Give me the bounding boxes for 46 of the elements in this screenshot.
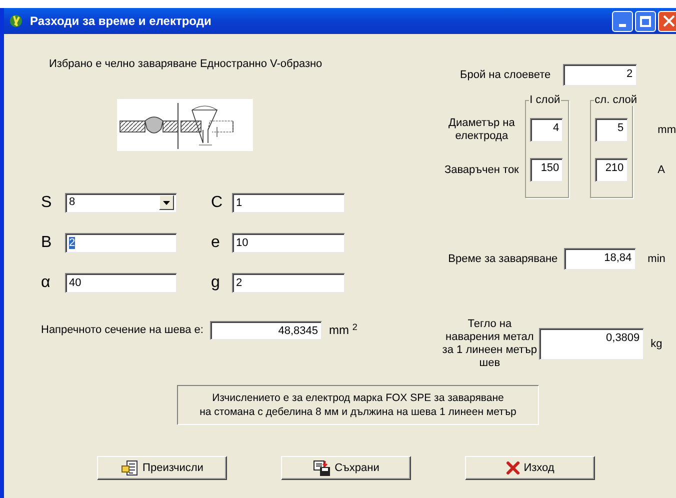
parameter-label: e	[211, 234, 221, 252]
exit-button[interactable]: Изход	[465, 456, 595, 480]
document-icon	[120, 460, 139, 476]
input-field[interactable]: 40	[65, 272, 177, 292]
input-field[interactable]: 150	[530, 158, 564, 182]
input-field[interactable]: 18,84	[564, 248, 636, 270]
floppy-icon	[312, 460, 331, 476]
parameter-label: B	[41, 234, 53, 252]
unit-label: min	[648, 252, 666, 267]
info-note: Изчислението е за електрод марка FOX SPE за заваряване на стомана с дебелина 8 мм и дължина на шева 1 линеен метър	[177, 385, 539, 425]
electrode-row-label: Заваръчен ток	[444, 164, 519, 176]
close-button[interactable]	[658, 10, 676, 32]
layers-label: Брой на слоевете	[458, 68, 551, 83]
maximize-button[interactable]	[635, 10, 656, 32]
input-field[interactable]: 4	[530, 118, 564, 142]
input-field[interactable]: 5	[594, 118, 628, 142]
weight-label: Тегло на наварения метал за 1 линеен метър шев	[442, 318, 538, 370]
input-field[interactable]: 48,8345	[210, 320, 322, 340]
welding-time-label: Време за заваряване	[447, 252, 558, 267]
parameter-label: S	[41, 194, 53, 212]
parameter-label: α	[41, 274, 52, 292]
input-field[interactable]: 2	[232, 272, 345, 292]
parameter-label: C	[211, 194, 224, 212]
unit-label: mm	[658, 122, 676, 138]
group-title: I слой	[528, 94, 562, 106]
selection-text: Избрано е челно заваряване Едностранно V-образно	[49, 57, 324, 72]
input-field[interactable]: 210	[594, 158, 628, 182]
parameter-label: g	[211, 274, 221, 292]
window-title: Разходи за време и електроди	[30, 13, 212, 30]
minimize-button[interactable]	[612, 10, 633, 32]
app-icon	[8, 13, 24, 29]
recalculate-button[interactable]: Преизчисли	[97, 456, 227, 480]
input-field[interactable]: 2	[65, 232, 177, 252]
dropdown[interactable]: 8	[65, 192, 177, 212]
unit-label: A	[658, 162, 666, 178]
unit-label: mm $^{2}$	[329, 321, 358, 339]
input-field[interactable]: 0,3809	[538, 328, 644, 360]
cross-icon	[506, 461, 520, 475]
input-field[interactable]: 10	[232, 232, 345, 252]
input-field[interactable]: 2	[562, 64, 637, 86]
electrode-row-label: Диаметър на електрода	[448, 117, 516, 143]
save-button[interactable]: Съхрани	[281, 456, 411, 480]
unit-label: kg	[650, 336, 662, 352]
cross-section-label: Напречното сечение на шева е:	[41, 322, 204, 338]
input-field[interactable]: 1	[232, 192, 345, 212]
group-title: сл. слой	[594, 94, 638, 106]
